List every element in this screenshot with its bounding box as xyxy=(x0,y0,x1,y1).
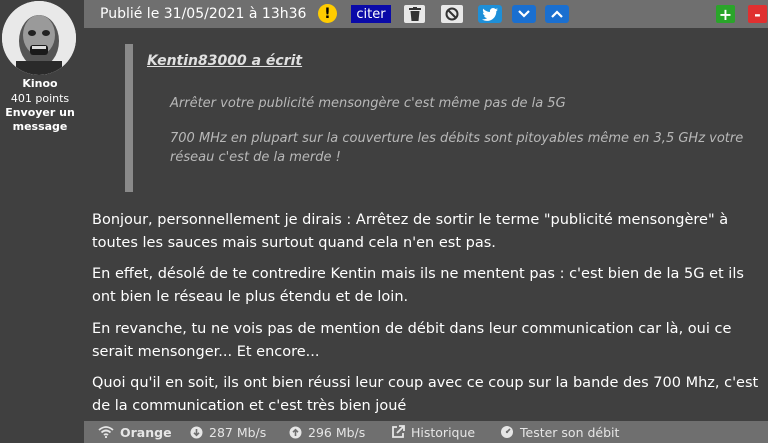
post-paragraph: Quoi qu'il en soit, ils ont bien réussi … xyxy=(92,375,759,414)
downvote-button[interactable]: - xyxy=(748,4,767,24)
avatar[interactable] xyxy=(2,1,76,75)
history-label: Historique xyxy=(411,424,476,440)
ban-icon[interactable] xyxy=(441,5,463,23)
twitter-icon[interactable] xyxy=(478,5,502,23)
speed-test-label: Tester son débit xyxy=(520,424,620,440)
download-value: 287 Mb/s xyxy=(209,424,267,440)
warning-icon[interactable]: ! xyxy=(318,4,337,23)
history-link[interactable]: Historique xyxy=(391,425,475,440)
send-message-link[interactable]: Envoyer un message xyxy=(0,106,80,134)
quote-block: Kentin83000 a écrit Arrêter votre public… xyxy=(125,44,763,192)
download-icon xyxy=(190,426,203,439)
quote-button[interactable]: citer xyxy=(351,5,391,23)
username[interactable]: Kinoo xyxy=(0,77,80,90)
quote-author-link[interactable]: Kentin83000 a écrit xyxy=(147,53,302,69)
plus-glyph: + xyxy=(718,4,733,24)
quote-paragraph: Arrêter votre publicité mensongère c'est… xyxy=(170,96,566,111)
warning-glyph: ! xyxy=(324,5,331,22)
connection-footer: Orange 287 Mb/s 296 Mb/s Historique Test… xyxy=(84,421,768,443)
upload-value: 296 Mb/s xyxy=(308,424,366,440)
chevron-up-icon[interactable] xyxy=(545,5,569,23)
quote-paragraph: 700 MHz en plupart sur la couverture les… xyxy=(170,131,744,165)
post-paragraph: En revanche, tu ne vois pas de mention d… xyxy=(92,321,732,360)
speed-test-link[interactable]: Tester son débit xyxy=(500,425,619,440)
operator-name: Orange xyxy=(120,424,172,440)
post-paragraph: En effet, désolé de te contredire Kentin… xyxy=(92,266,744,305)
minus-glyph: - xyxy=(754,4,761,24)
user-panel: Kinoo 401 points Envoyer un message xyxy=(0,0,80,443)
post-date: Publié le 31/05/2021 à 13h36 xyxy=(100,6,307,22)
wifi-icon xyxy=(98,426,114,438)
external-link-icon xyxy=(391,425,405,439)
speedometer-icon xyxy=(500,425,514,439)
post-header: Publié le 31/05/2021 à 13h36 ! citer + - xyxy=(84,0,768,28)
chevron-down-icon[interactable] xyxy=(512,5,536,23)
upload-speed: 296 Mb/s xyxy=(289,425,365,440)
trash-icon[interactable] xyxy=(404,5,425,23)
operator: Orange xyxy=(98,425,172,440)
upvote-button[interactable]: + xyxy=(716,4,735,24)
user-points: 401 points xyxy=(10,92,70,105)
download-speed: 287 Mb/s xyxy=(190,425,266,440)
upload-icon xyxy=(289,426,302,439)
post-paragraph: Bonjour, personnellement je dirais : Arr… xyxy=(92,212,729,251)
